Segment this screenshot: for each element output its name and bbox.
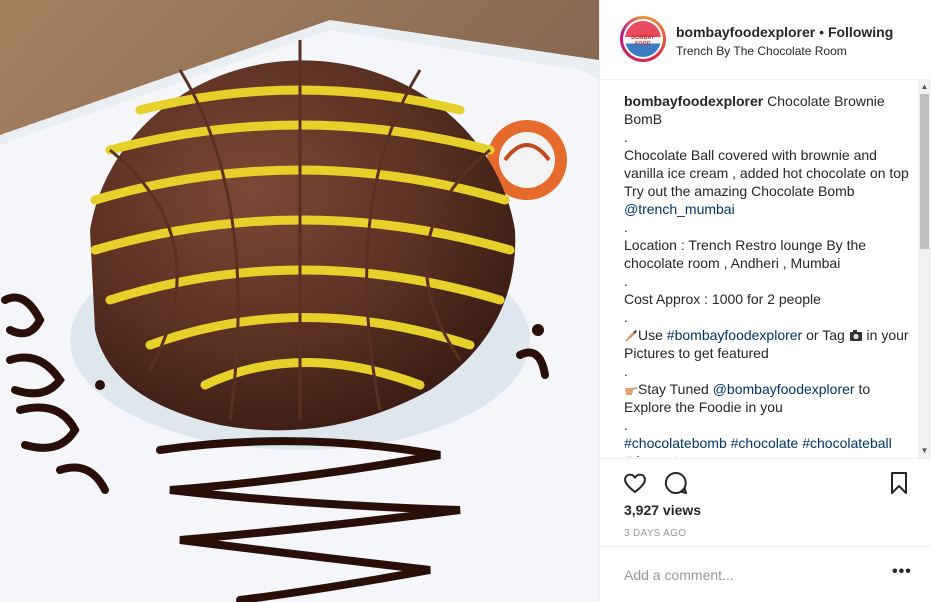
caption-line: Try out the amazing Chocolate Bomb (624, 183, 855, 199)
views-count[interactable]: 3,927 views (624, 502, 701, 518)
use-prefix: Use (638, 327, 667, 343)
following-button[interactable]: Following (828, 24, 893, 40)
bookmark-icon[interactable] (886, 470, 912, 496)
avatar-ring: BOMBAY FOOD (623, 19, 663, 59)
caption-line: Chocolate Ball covered with brownie and … (624, 147, 909, 181)
caption-line: Location : Trench Restro lounge By the c… (624, 237, 870, 271)
comment-icon[interactable] (663, 470, 689, 496)
caption-line: . (624, 129, 628, 145)
separator-dot: • (815, 24, 828, 40)
caption-line: . (624, 363, 628, 379)
stay-tuned-line: Stay Tuned @bombayfoodexplorer to Explor… (624, 380, 911, 416)
use-mid: or Tag (802, 327, 849, 343)
scroll-down-arrow-icon[interactable]: ▼ (918, 446, 931, 456)
scroll-up-arrow-icon[interactable]: ▲ (918, 82, 931, 92)
caption-line: . (624, 309, 628, 325)
caption-area: bombayfoodexplorer Chocolate Brownie Bom… (624, 92, 911, 457)
post-header: BOMBAY FOOD bombayfoodexplorer • Followi… (600, 0, 931, 80)
caption-line: . (624, 273, 628, 289)
location-link[interactable]: Trench By The Chocolate Room (676, 44, 847, 58)
post-photo[interactable] (0, 0, 599, 602)
avatar[interactable]: BOMBAY FOOD (620, 16, 666, 62)
instagram-post-modal: BOMBAY FOOD bombayfoodexplorer • Followi… (0, 0, 931, 602)
caption-line: . (624, 219, 628, 235)
caption-line: Cost Approx : 1000 for 2 people (624, 291, 821, 307)
username-link[interactable]: bombayfoodexplorer (676, 24, 815, 40)
caption-author[interactable]: bombayfoodexplorer (624, 93, 763, 109)
more-options-icon[interactable]: ••• (892, 563, 912, 581)
pointing-hand-icon (625, 387, 637, 395)
hashtag-link[interactable]: #bombayfoodexplorer (667, 327, 802, 343)
trench-mention-link[interactable]: @trench_mumbai (624, 200, 911, 218)
heart-icon[interactable] (622, 470, 648, 496)
avatar-logo-text: BOMBAY FOOD (631, 35, 655, 47)
post-author-line: bombayfoodexplorer • Following (676, 24, 893, 40)
comment-box: Add a comment... ••• (600, 546, 931, 602)
hashtags-link[interactable]: #chocolatebomb #chocolate #chocolateball… (624, 434, 911, 457)
post-side-panel: BOMBAY FOOD bombayfoodexplorer • Followi… (599, 0, 931, 602)
scroll-thumb[interactable] (920, 94, 929, 249)
avatar-image: BOMBAY FOOD (625, 21, 661, 57)
comment-input[interactable]: Add a comment... (624, 567, 734, 583)
bombay-mention-link[interactable]: @bombayfoodexplorer (713, 381, 855, 397)
caption-scrollbar[interactable]: ▲ ▼ (918, 80, 931, 458)
writing-hand-icon (625, 330, 637, 341)
post-time[interactable]: 3 DAYS AGO (624, 528, 686, 539)
caption-line: . (624, 417, 628, 433)
caption-paragraph: bombayfoodexplorer Chocolate Brownie Bom… (624, 92, 911, 128)
camera-icon (849, 330, 862, 341)
stay-prefix: Stay Tuned (638, 381, 713, 397)
use-tag-line: Use #bombayfoodexplorer or Tag in your P… (624, 326, 911, 362)
post-actions (600, 458, 931, 498)
